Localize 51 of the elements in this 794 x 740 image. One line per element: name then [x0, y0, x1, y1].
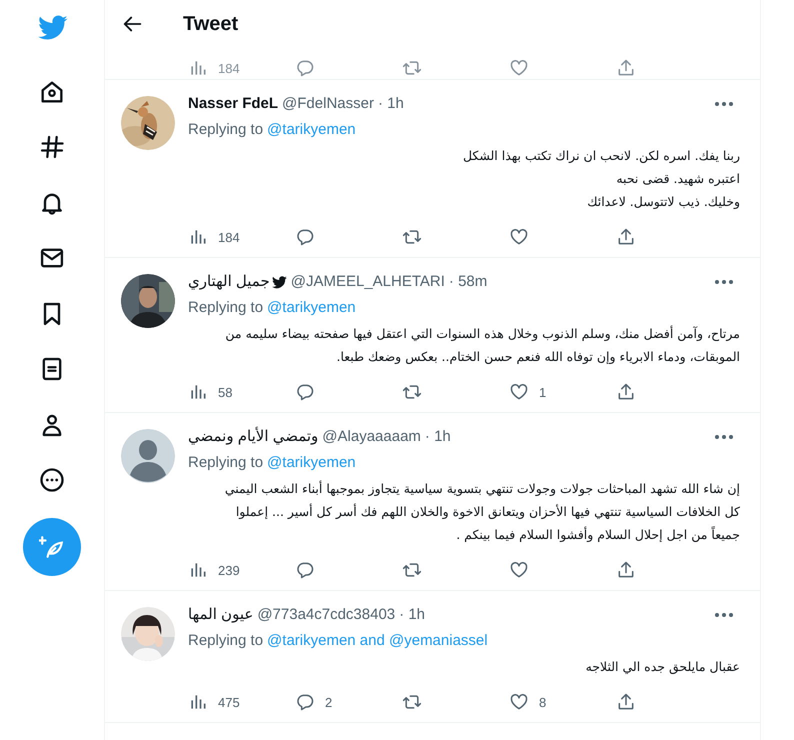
more-options-icon[interactable]: [714, 434, 734, 440]
tweet-text: مرتاح، وآمن أفضل منك، وسلم الذنوب وخلال هذه السنوات التي اعتقل فيها صفحته بيضاء سليمه من الموبقات، ودماء الابرياء وإن توفاه الله فنعم حسن الختام.. بعكس وضعك طبعا.: [224, 324, 740, 366]
reply-icon[interactable]: [295, 560, 315, 580]
views-count: 184: [218, 60, 240, 76]
user-name[interactable]: جميل الهتاري: [188, 272, 270, 292]
tweet-time[interactable]: · 1h: [424, 427, 451, 447]
share-icon[interactable]: [616, 382, 636, 402]
views-count: 475: [218, 694, 240, 710]
tweet-text: ربنا يفك. اسره لكن. لانحب ان نراك تكتب بهذا الشكل اعتبره شهيد. قضى نحبه وخليك. ذيب لاتتوسل. لاعدائك: [462, 147, 740, 211]
avatar-icon[interactable]: [121, 429, 175, 483]
more-options-icon[interactable]: [714, 612, 734, 618]
views-count: 239: [218, 562, 240, 578]
user-handle[interactable]: @JAMEEL_ALHETARI: [290, 272, 445, 292]
tweet-time[interactable]: · 1h: [399, 605, 426, 625]
share-icon[interactable]: [616, 227, 636, 247]
like-count: 1: [539, 384, 546, 400]
more-options-icon[interactable]: [714, 101, 734, 107]
reply-label: Replying to: [188, 298, 264, 318]
reply-icon[interactable]: [295, 227, 315, 247]
user-name[interactable]: عيون المها: [188, 605, 254, 625]
like-count: 8: [539, 694, 546, 710]
user-handle[interactable]: @FdelNasser: [282, 94, 374, 114]
views-count: 58: [218, 384, 232, 400]
views-count: 184: [218, 230, 240, 244]
user-name[interactable]: Nasser FdeL: [188, 94, 278, 114]
tweet-time[interactable]: · 1h: [378, 94, 404, 114]
feather-plus-icon: [39, 534, 65, 560]
heart-icon[interactable]: [509, 382, 529, 402]
user-handle[interactable]: @773a4c7cdc38403: [257, 605, 396, 625]
reply-icon[interactable]: [295, 382, 315, 402]
tweet-time[interactable]: · 58m: [448, 272, 488, 292]
more-icon[interactable]: [38, 466, 66, 494]
reply-icon[interactable]: [295, 692, 315, 712]
user-handle[interactable]: @Alayaaaaam: [322, 427, 421, 447]
page-title: Tweet: [183, 12, 238, 36]
share-icon[interactable]: [616, 58, 636, 78]
heart-icon[interactable]: [509, 227, 529, 247]
reply-label: Replying to: [188, 631, 264, 651]
reply-icon[interactable]: [295, 58, 315, 78]
heart-icon[interactable]: [509, 692, 529, 712]
share-icon[interactable]: [616, 560, 636, 580]
tweet-text: عقبال مايلحق جده الي الثلاجه: [584, 658, 740, 676]
more-options-icon[interactable]: [714, 279, 734, 285]
share-icon[interactable]: [616, 692, 636, 712]
heart-icon[interactable]: [509, 560, 529, 580]
reply-label: Replying to: [188, 453, 264, 473]
reply-label: Replying to: [188, 120, 264, 140]
user-name[interactable]: وتمضي الأيام ونمضي: [188, 427, 318, 447]
reply-count: 2: [325, 694, 332, 710]
heart-icon[interactable]: [509, 58, 529, 78]
tweet-text: إن شاء الله تشهد المباحثات جولات وجولات تنتهي بتسوية سياسية يتجاوز بموجبها أبناء الشعب اليمني كل الخلافات السياسية تنتهي فيها الأحزان ويتعانق الاخوة والخلان اللهم فك أسر كل أسير ... إعملوا جميعاً من اجل إحلال السلام وأفشوا السلام فيما بينكم .: [224, 480, 740, 544]
